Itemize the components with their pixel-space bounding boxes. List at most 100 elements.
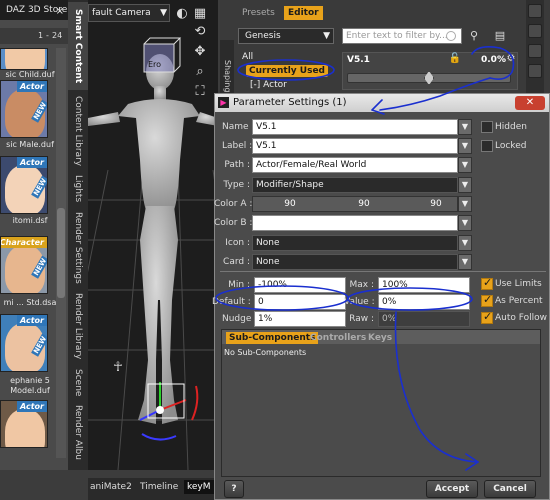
- color-b-r: 255: [281, 218, 299, 228]
- pan-icon[interactable]: ✥: [192, 44, 208, 60]
- orbit-icon[interactable]: ⟲: [192, 24, 208, 40]
- cancel-button[interactable]: Cancel: [484, 480, 536, 498]
- side-button-1[interactable]: [528, 4, 542, 18]
- tab-sub-components[interactable]: Sub-Components: [226, 332, 319, 344]
- as-percent-checkbox[interactable]: [481, 293, 493, 307]
- path-dropdown[interactable]: ▼: [458, 157, 472, 173]
- tree-item-currently-used[interactable]: Currently Used: [246, 65, 328, 77]
- min-field[interactable]: -100%: [254, 277, 346, 293]
- zoom-icon[interactable]: ⌕: [192, 64, 208, 80]
- use-limits-label: Use Limits: [495, 279, 542, 289]
- help-button[interactable]: ?: [224, 480, 244, 498]
- display-mode-icon[interactable]: ▦: [192, 6, 208, 22]
- type-select[interactable]: Modifier/Shape: [252, 177, 458, 193]
- tree-item-actor[interactable]: [-] Actor: [250, 80, 287, 90]
- store-scrollbar[interactable]: [56, 48, 66, 458]
- tab-presets[interactable]: Presets: [238, 6, 279, 20]
- tab-scene[interactable]: Scene: [68, 366, 88, 400]
- chevron-down-icon: ▼: [160, 8, 167, 18]
- min-label: Min :: [228, 280, 250, 290]
- card-select[interactable]: None: [252, 254, 458, 270]
- close-icon[interactable]: ✕: [515, 96, 545, 110]
- store-tab[interactable]: DAZ 3D Store ×: [0, 0, 68, 20]
- figure: [88, 54, 218, 424]
- lock-icon[interactable]: 🔓: [447, 51, 463, 67]
- icon-dropdown[interactable]: ▼: [458, 235, 472, 251]
- path-field[interactable]: Actor/Female/Real World: [252, 157, 458, 173]
- character-badge: Character: [1, 237, 47, 248]
- type-dropdown[interactable]: ▼: [458, 177, 472, 193]
- use-limits-checkbox[interactable]: [481, 276, 493, 290]
- store-thumb-4[interactable]: Character NEW: [0, 236, 48, 294]
- store-thumb-6[interactable]: Actor: [0, 400, 48, 448]
- tab-editor[interactable]: Editor: [284, 6, 323, 20]
- expand-icon[interactable]: [-]: [250, 80, 260, 90]
- tab-controllers[interactable]: Controllers: [310, 333, 366, 343]
- color-a-dropdown[interactable]: ▼: [458, 196, 472, 212]
- gear-icon[interactable]: ⚙: [503, 51, 519, 67]
- slider-track[interactable]: [347, 71, 511, 85]
- filter-input[interactable]: Enter text to filter by...: [342, 28, 462, 44]
- accept-button[interactable]: Accept: [426, 480, 478, 498]
- pin-icon[interactable]: ⚲: [466, 28, 482, 44]
- max-field[interactable]: 100%: [378, 277, 470, 293]
- options-icon[interactable]: ▤: [492, 28, 508, 44]
- color-b-dropdown[interactable]: ▼: [458, 215, 472, 231]
- color-b-label: Color B :: [214, 218, 253, 228]
- color-b-swatch[interactable]: 255 255 255: [252, 215, 458, 231]
- name-label: Name :: [222, 122, 255, 132]
- tree-item-all[interactable]: All: [242, 52, 253, 62]
- name-field[interactable]: V5.1: [252, 119, 458, 135]
- store-item-file-2: sic Male.duf: [6, 140, 54, 149]
- hidden-checkbox[interactable]: [481, 121, 493, 133]
- pager-end: 24: [52, 31, 63, 40]
- divider: [220, 271, 546, 272]
- figure-select[interactable]: Genesis ▼: [238, 28, 334, 44]
- label-dropdown[interactable]: ▼: [458, 138, 472, 154]
- parameter-slider-v51[interactable]: V5.1 🔓 0.0% ⚙: [342, 52, 518, 90]
- tab-keys[interactable]: Keys: [368, 333, 392, 343]
- camera-select[interactable]: fault Camera ▼: [88, 4, 170, 22]
- store-thumb-5[interactable]: Actor NEW: [0, 314, 48, 372]
- frame-icon[interactable]: ⛶: [192, 84, 208, 100]
- auto-follow-checkbox[interactable]: [481, 310, 493, 324]
- default-field[interactable]: 0: [254, 294, 346, 310]
- tab-render-settings[interactable]: Render Settings: [68, 210, 88, 286]
- store-thumb-1[interactable]: [0, 48, 48, 70]
- dialog-titlebar[interactable]: ▶ Parameter Settings (1) ✕: [215, 94, 549, 112]
- tab-timeline[interactable]: Timeline: [140, 482, 178, 492]
- store-thumb-2[interactable]: Actor NEW: [0, 80, 48, 138]
- store-thumb-3[interactable]: Actor NEW: [0, 156, 48, 214]
- no-sub-components-text: No Sub-Components: [224, 348, 307, 357]
- tab-lights[interactable]: Lights: [68, 172, 88, 206]
- shaping-tab-label: Shaping: [223, 60, 232, 93]
- chevron-down-icon: ▼: [323, 31, 330, 41]
- side-button-4[interactable]: [528, 64, 542, 78]
- label-field[interactable]: V5.1: [252, 138, 458, 154]
- store-scroll-thumb[interactable]: [57, 208, 65, 298]
- slider-knob[interactable]: [424, 71, 434, 85]
- nudge-field[interactable]: 1%: [254, 311, 346, 327]
- side-button-2[interactable]: [528, 24, 542, 38]
- path-label: Path :: [224, 160, 250, 170]
- card-dropdown[interactable]: ▼: [458, 254, 472, 270]
- value-field[interactable]: 0%: [378, 294, 470, 310]
- tab-keymate[interactable]: keyM: [184, 480, 214, 494]
- locked-checkbox[interactable]: [481, 140, 493, 152]
- pose-figure-icon[interactable]: ☥: [110, 360, 126, 376]
- actor-badge: Actor: [17, 315, 47, 326]
- tab-render-library[interactable]: Render Library: [68, 290, 88, 362]
- tab-animate2[interactable]: aniMate2: [90, 482, 132, 492]
- side-button-3[interactable]: [528, 44, 542, 58]
- sub-components-list[interactable]: [222, 344, 540, 476]
- sphere-view-icon[interactable]: ◐: [174, 6, 190, 22]
- viewport[interactable]: fault Camera ▼ Ero ◐ ▦ ⟲ ✥ ⌕ ⛶ ☥: [88, 0, 218, 470]
- store-pane: DAZ 3D Store × 1 - 24 sic Child.duf Acto…: [0, 0, 68, 470]
- tab-render-album[interactable]: Render Albu: [68, 404, 88, 460]
- color-a-swatch[interactable]: 90 90 90: [252, 196, 458, 212]
- tab-smart-content[interactable]: Smart Content: [68, 2, 88, 90]
- icon-select[interactable]: None: [252, 235, 458, 251]
- tab-content-library[interactable]: Content Library: [68, 94, 88, 168]
- store-close-icon[interactable]: ×: [56, 2, 64, 22]
- name-dropdown[interactable]: ▼: [458, 119, 472, 135]
